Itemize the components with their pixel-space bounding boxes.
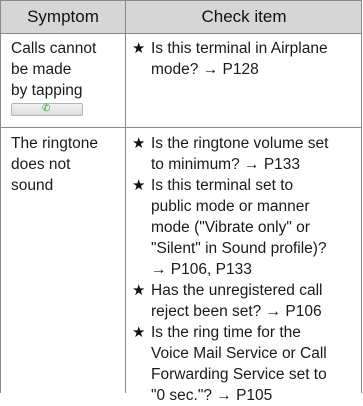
star-bullet: ★ — [132, 324, 146, 341]
star-bullet: ★ — [132, 135, 146, 152]
symptom-line: by tapping — [11, 82, 83, 99]
table-header: Symptom Check item — [1, 0, 361, 34]
check-line: → P106, P133 — [151, 261, 252, 278]
row-divider — [1, 127, 361, 128]
check-item: ★ Is this terminal in Airplane mode? → P… — [132, 38, 358, 80]
symptom-line: Calls cannot — [11, 40, 97, 57]
column-divider — [125, 0, 126, 393]
check-list-calls: ★ Is this terminal in Airplane mode? → P… — [132, 38, 358, 80]
phone-call-key-icon: ✆ — [11, 103, 83, 116]
check-line: Forwarding Service set to — [151, 366, 327, 383]
check-line: Is the ringtone volume set — [151, 135, 329, 152]
check-line: Voice Mail Service or Call — [151, 345, 327, 362]
check-item: ★ Is the ring time for the Voice Mail Se… — [132, 322, 358, 406]
check-line: to minimum? → P133 — [151, 156, 301, 173]
symptom-line: does not — [11, 156, 71, 173]
symptom-cell-ringtone: The ringtone does not sound — [11, 133, 123, 196]
check-line: mode? → P128 — [151, 61, 259, 78]
symptom-column-header: Symptom — [27, 7, 99, 26]
check-item: ★ Is this terminal set to public mode or… — [132, 175, 358, 280]
check-line: Has the unregistered call — [151, 282, 323, 299]
troubleshooting-table: Symptom Check item Calls cannot be made … — [0, 0, 362, 404]
check-line: Is the ring time for the — [151, 324, 301, 341]
check-line: public mode or manner — [151, 198, 310, 215]
star-bullet: ★ — [132, 177, 146, 194]
symptom-line: be made — [11, 61, 72, 78]
phone-icon: ✆ — [42, 103, 51, 114]
check-line: "Silent" in Sound profile)? — [151, 240, 327, 257]
star-bullet: ★ — [132, 40, 146, 57]
symptom-cell-calls: Calls cannot be made by tapping — [11, 38, 123, 101]
symptom-line: The ringtone — [11, 135, 99, 152]
check-line: Is this terminal set to — [151, 177, 294, 194]
check-line: mode ("Vibrate only" or — [151, 219, 310, 236]
check-item: ★ Has the unregistered call reject been … — [132, 280, 358, 322]
check-item-column-header: Check item — [201, 7, 287, 26]
check-item: ★ Is the ringtone volume set to minimum?… — [132, 133, 358, 175]
check-list-ringtone: ★ Is the ringtone volume set to minimum?… — [132, 133, 358, 406]
check-line: Is this terminal in Airplane — [151, 40, 328, 57]
symptom-line: sound — [11, 177, 54, 194]
check-line: reject been set? → P106 — [151, 303, 322, 320]
check-line: "0 sec."? → P105 — [151, 387, 273, 404]
star-bullet: ★ — [132, 282, 146, 299]
